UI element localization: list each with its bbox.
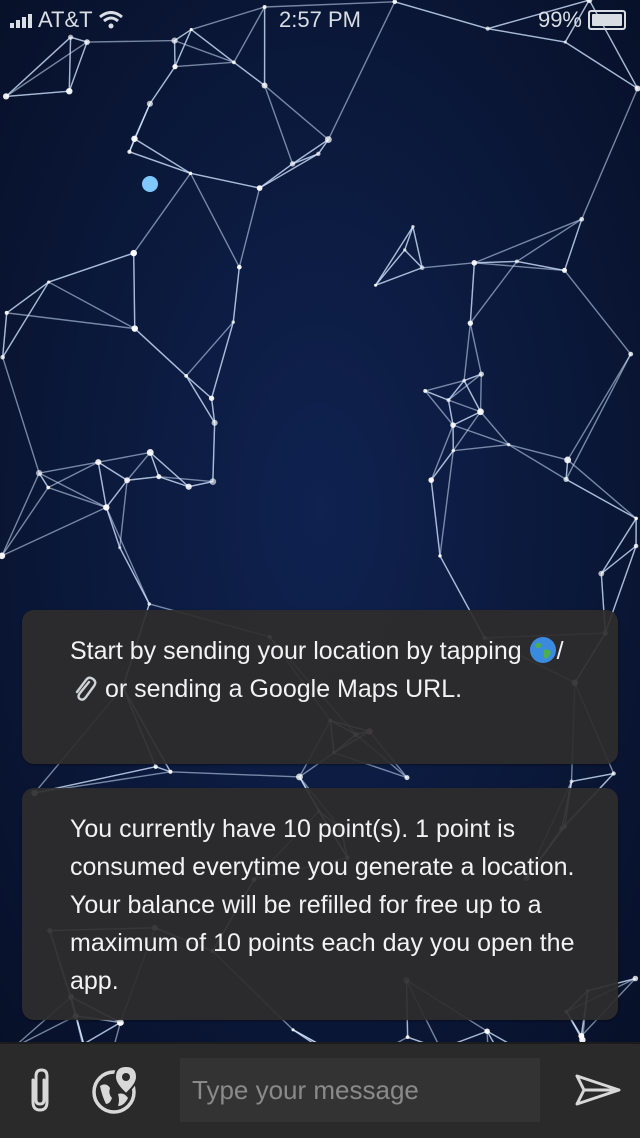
paperclip-emoji-icon	[70, 674, 98, 702]
globe-location-pin-icon	[90, 1064, 142, 1116]
message-bubble: Start by sending your location by tappin…	[22, 610, 618, 764]
send-location-button[interactable]	[90, 1064, 142, 1116]
message-text: Start by sending your location by tappin…	[70, 637, 529, 665]
globe-emoji-icon	[529, 636, 557, 664]
send-button[interactable]	[572, 1070, 624, 1110]
send-arrow-icon	[574, 1073, 622, 1107]
message-input[interactable]	[180, 1058, 540, 1122]
glow-node	[142, 176, 158, 192]
message-text: You currently have 10 point(s). 1 point …	[70, 815, 574, 995]
icon-separator: /	[557, 637, 564, 665]
battery-percent: 99%	[538, 7, 582, 33]
status-bar: AT&T 2:57 PM 99%	[0, 0, 640, 40]
battery-icon	[588, 10, 626, 30]
message-bubble: You currently have 10 point(s). 1 point …	[22, 788, 618, 1020]
battery-group: 99%	[538, 7, 626, 33]
message-text-continued: or sending a Google Maps URL.	[98, 675, 462, 703]
attach-button[interactable]	[22, 1066, 58, 1114]
composer-bar	[0, 1042, 640, 1138]
paperclip-icon	[27, 1066, 53, 1114]
